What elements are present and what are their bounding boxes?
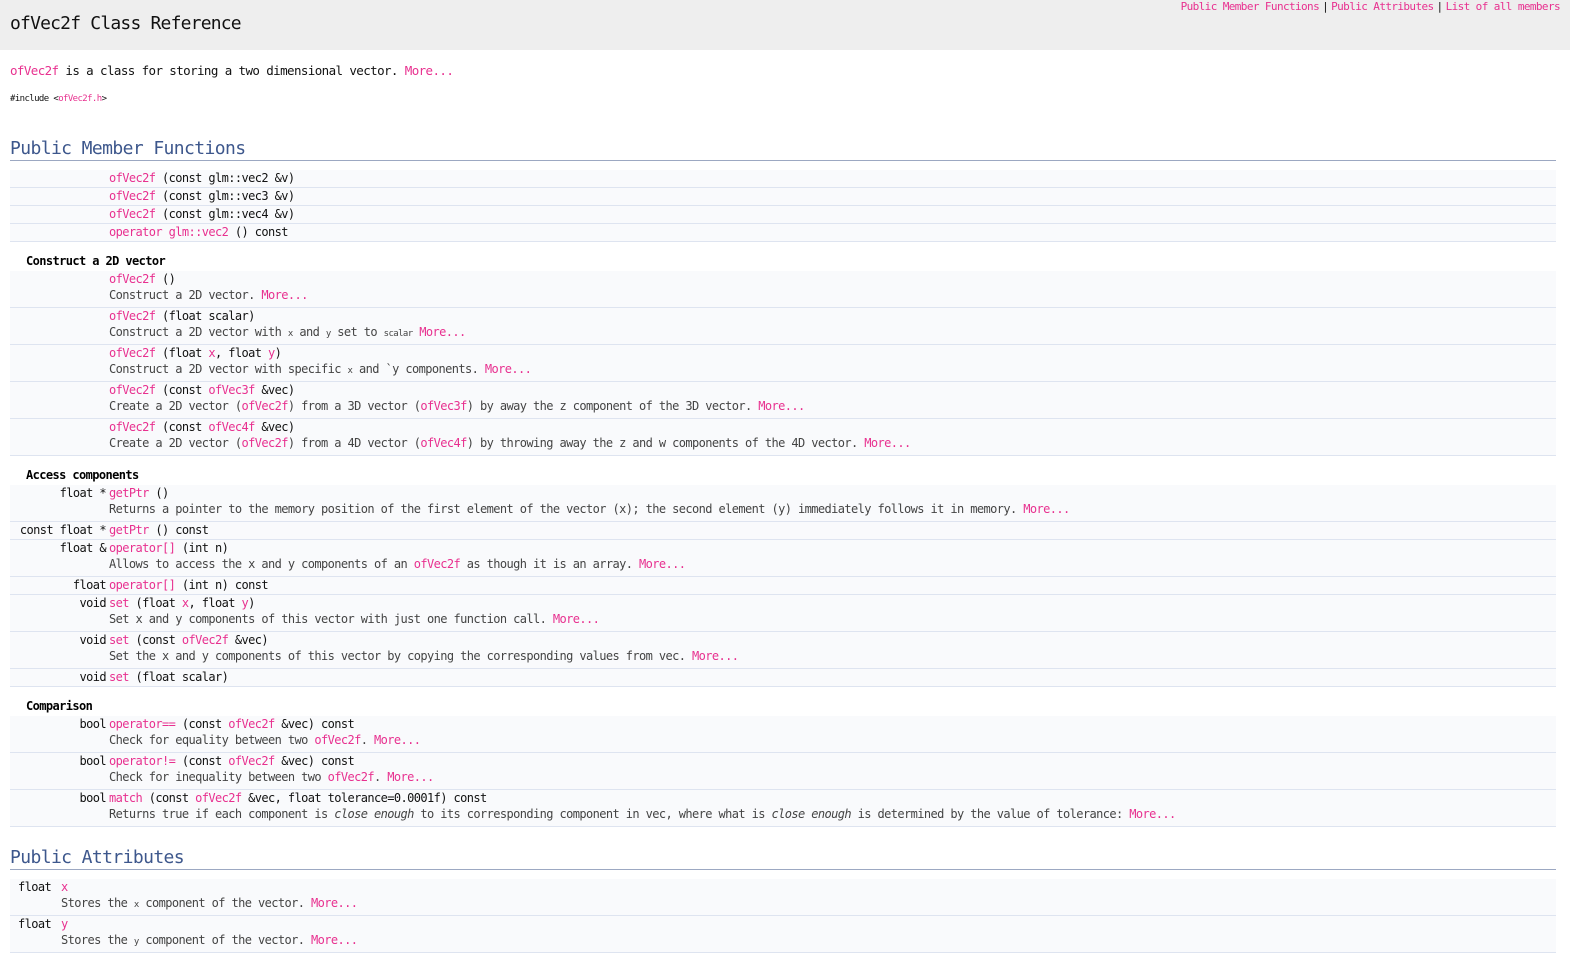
section-public-attributes: Public Attributes <box>10 847 1556 870</box>
more-link[interactable]: More... <box>1023 502 1070 516</box>
more-link[interactable]: More... <box>311 896 358 910</box>
table-row: void set (float x, float y) Set x and y … <box>10 595 1556 632</box>
type-link[interactable]: ofVec2f <box>228 754 275 768</box>
member-link[interactable]: set <box>109 633 129 647</box>
construct-table: ofVec2f () Construct a 2D vector. More..… <box>10 271 1556 456</box>
more-link[interactable]: More... <box>261 288 308 302</box>
member-link[interactable]: set <box>109 596 129 610</box>
class-link[interactable]: ofVec2f <box>242 399 289 413</box>
member-link[interactable]: ofVec2f <box>109 383 156 397</box>
member-link[interactable]: match <box>109 791 143 805</box>
nav-list-of-all-members[interactable]: List of all members <box>1446 0 1561 13</box>
more-link[interactable]: More... <box>639 557 686 571</box>
group-title-comparison: Comparison <box>26 699 93 713</box>
table-row: float * getPtr () Returns a pointer to t… <box>10 485 1556 522</box>
more-link[interactable]: More... <box>387 770 434 784</box>
member-link[interactable]: set <box>109 670 129 684</box>
class-link[interactable]: ofVec2f <box>414 557 461 571</box>
more-link[interactable]: More... <box>864 436 911 450</box>
table-row: ofVec2f (const glm::vec2 &v) <box>10 170 1556 188</box>
member-link[interactable]: getPtr <box>109 486 149 500</box>
header-file-link[interactable]: ofVec2f.h <box>58 94 102 104</box>
more-link[interactable]: More... <box>405 63 454 78</box>
more-link[interactable]: More... <box>1129 807 1176 821</box>
group-title-access: Access components <box>26 468 139 482</box>
member-link[interactable]: getPtr <box>109 523 149 537</box>
group-title-construct: Construct a 2D vector <box>26 254 166 268</box>
attribute-link[interactable]: x <box>61 880 68 894</box>
conversions-table: ofVec2f (const glm::vec2 &v) ofVec2f (co… <box>10 170 1556 242</box>
more-link[interactable]: More... <box>374 733 421 747</box>
table-row: bool operator!= (const ofVec2f &vec) con… <box>10 753 1556 790</box>
param-link[interactable]: x <box>208 346 215 360</box>
more-link[interactable]: More... <box>758 399 805 413</box>
section-public-member-functions: Public Member Functions <box>10 138 1556 161</box>
table-row: void set (const ofVec2f &vec) Set the x … <box>10 632 1556 669</box>
more-link[interactable]: More... <box>485 362 532 376</box>
table-row: operator glm::vec2 () const <box>10 224 1556 242</box>
member-link[interactable]: ofVec2f <box>109 420 156 434</box>
type-link[interactable]: ofVec3f <box>208 383 255 397</box>
comparison-table: bool operator== (const ofVec2f &vec) con… <box>10 716 1556 827</box>
table-row: ofVec2f (float scalar) Construct a 2D ve… <box>10 308 1556 345</box>
type-link[interactable]: ofVec4f <box>208 420 255 434</box>
param-link[interactable]: y <box>268 346 275 360</box>
table-row: float y Stores the y component of the ve… <box>10 916 1556 953</box>
type-link[interactable]: ofVec2f <box>228 717 275 731</box>
member-link[interactable]: ofVec2f <box>109 309 156 323</box>
member-link[interactable]: ofVec2f <box>109 171 156 185</box>
table-row: ofVec2f (const glm::vec3 &v) <box>10 188 1556 206</box>
member-link[interactable]: ofVec2f <box>109 272 156 286</box>
member-link[interactable]: operator!= <box>109 754 176 768</box>
table-row: ofVec2f (const ofVec4f &vec) Create a 2D… <box>10 419 1556 456</box>
param-link[interactable]: x <box>182 596 189 610</box>
summary-nav: Public Member Functions | Public Attribute… <box>1180 0 1561 13</box>
member-link[interactable]: operator[] <box>109 578 176 592</box>
table-row: float operator[] (int n) const <box>10 577 1556 595</box>
member-link[interactable]: operator== <box>109 717 176 731</box>
brief-description: ofVec2f is a class for storing a two dim… <box>10 63 454 78</box>
access-table: float * getPtr () Returns a pointer to t… <box>10 485 1556 687</box>
class-link[interactable]: ofVec2f <box>10 63 59 78</box>
more-link[interactable]: More... <box>311 933 358 947</box>
class-link[interactable]: ofVec2f <box>242 436 289 450</box>
class-link[interactable]: ofVec2f <box>328 770 375 784</box>
page-title: ofVec2f Class Reference <box>10 13 242 34</box>
member-link[interactable]: ofVec2f <box>109 189 156 203</box>
table-row: const float * getPtr () const <box>10 522 1556 540</box>
more-link[interactable]: More... <box>692 649 739 663</box>
type-link[interactable]: ofVec2f <box>182 633 229 647</box>
table-row: ofVec2f (const glm::vec4 &v) <box>10 206 1556 224</box>
table-row: ofVec2f () Construct a 2D vector. More..… <box>10 271 1556 308</box>
table-row: float x Stores the x component of the ve… <box>10 879 1556 916</box>
page-header: ofVec2f Class Reference Public Member Fu… <box>0 0 1570 50</box>
class-link[interactable]: ofVec2f <box>314 733 361 747</box>
table-row: float & operator[] (int n) Allows to acc… <box>10 540 1556 577</box>
member-link[interactable]: ofVec2f <box>109 207 156 221</box>
table-row: ofVec2f (float x, float y) Construct a 2… <box>10 345 1556 382</box>
attribute-link[interactable]: y <box>61 917 68 931</box>
class-link[interactable]: ofVec4f <box>420 436 467 450</box>
nav-public-member-functions[interactable]: Public Member Functions <box>1181 0 1320 13</box>
type-link[interactable]: ofVec2f <box>195 791 242 805</box>
attributes-table: float x Stores the x component of the ve… <box>10 879 1556 953</box>
nav-public-attributes[interactable]: Public Attributes <box>1331 0 1434 13</box>
table-row: bool match (const ofVec2f &vec, float to… <box>10 790 1556 827</box>
member-link[interactable]: ofVec2f <box>109 346 156 360</box>
include-line: #include <ofVec2f.h> <box>10 94 107 104</box>
member-link[interactable]: operator glm::vec2 <box>109 225 229 239</box>
more-link[interactable]: More... <box>553 612 600 626</box>
more-link[interactable]: More... <box>419 325 466 339</box>
table-row: bool operator== (const ofVec2f &vec) con… <box>10 716 1556 753</box>
class-link[interactable]: ofVec3f <box>420 399 467 413</box>
table-row: ofVec2f (const ofVec3f &vec) Create a 2D… <box>10 382 1556 419</box>
member-link[interactable]: operator[] <box>109 541 176 555</box>
table-row: void set (float scalar) <box>10 669 1556 687</box>
